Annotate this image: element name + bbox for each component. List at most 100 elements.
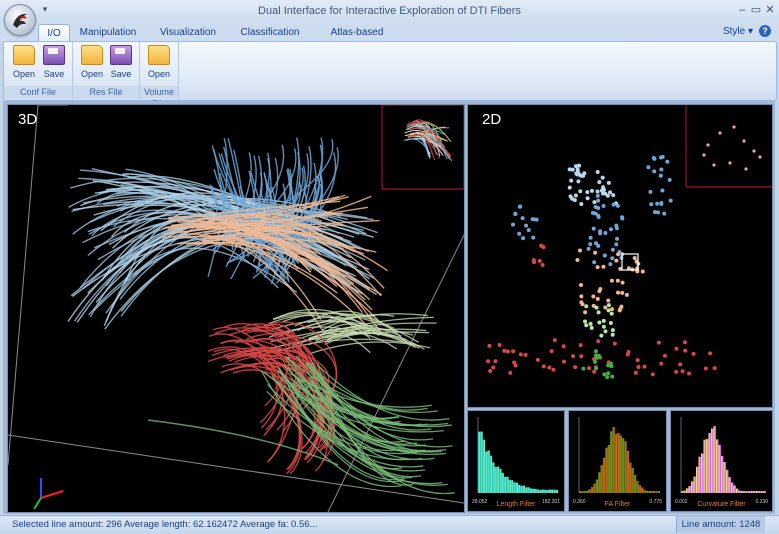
histogram-bar (522, 485, 526, 493)
fiber-2d-projection[interactable] (468, 105, 772, 407)
fiber-point (574, 164, 579, 169)
fiber-point (579, 294, 584, 299)
view-2d[interactable]: 2D (467, 104, 773, 408)
fiber-point (614, 223, 619, 228)
fiber-point (592, 260, 597, 265)
curvature-filter-chart[interactable] (671, 411, 772, 511)
maximize-button[interactable]: ▭ (749, 3, 763, 17)
fiber-point (578, 189, 583, 194)
ribbon-group-res-file: Open Save Res File (73, 42, 140, 99)
fiber-point (599, 188, 604, 193)
style-menu[interactable]: Style ▾ (723, 26, 753, 37)
curvature-filter-histogram[interactable]: 0.002 0.230 Curvature Filter (670, 410, 773, 512)
close-button[interactable]: ✕ (763, 3, 777, 17)
ribbon-group-conf-file: Open Save Conf File (4, 42, 73, 99)
length-filter-chart[interactable] (468, 411, 564, 511)
fiber-point (667, 177, 672, 182)
fiber-point (614, 242, 619, 247)
tab-atlas-based-clustering[interactable]: Atlas-based Clustering (316, 24, 398, 56)
fiber-point (579, 300, 584, 305)
fiber-point (575, 172, 580, 177)
fiber-point (595, 193, 600, 198)
histogram-bar (510, 480, 514, 493)
histogram-bar (548, 489, 551, 493)
histogram-bar (657, 491, 660, 493)
fa-filter-chart[interactable] (569, 411, 666, 511)
fiber-point (497, 342, 502, 347)
fiber-point (596, 214, 601, 219)
histogram-bar (741, 491, 744, 493)
fiber-point (708, 351, 713, 356)
fiber-point (592, 369, 597, 374)
fiber-point (603, 329, 608, 334)
histogram-bar (609, 431, 613, 493)
fiber-point (537, 259, 542, 264)
histogram-bar (503, 476, 507, 493)
fiber-point (584, 304, 589, 309)
res-open-button[interactable]: Open (78, 45, 106, 83)
fiber-point (581, 366, 586, 371)
fiber-point (572, 198, 577, 203)
histogram-bar (708, 432, 711, 493)
conf-open-button[interactable]: Open (10, 45, 38, 83)
fiber-point (488, 368, 493, 373)
res-save-button[interactable]: Save (107, 45, 135, 83)
histogram-bar (621, 438, 625, 493)
fiber-point (597, 289, 602, 294)
tab-classification-tools[interactable]: Classification Tools (232, 24, 308, 56)
minimize-button[interactable]: – (735, 3, 749, 17)
length-filter-histogram[interactable]: 28.052 182.201 Length Filter (467, 410, 565, 512)
histogram-bar (501, 472, 504, 493)
fiber-point (591, 226, 596, 231)
view-3d[interactable]: 3D (7, 104, 465, 513)
conf-save-label: Save (43, 69, 65, 79)
fiber-point (541, 364, 546, 369)
histogram-bar (633, 474, 637, 493)
fiber-point (532, 260, 537, 265)
histogram-bar (506, 476, 509, 493)
fiber-point (620, 215, 625, 220)
histogram-bar (619, 435, 622, 493)
volume-open-button[interactable]: Open (145, 45, 173, 83)
group-label-res-file: Res File (73, 86, 139, 98)
fiber-point (583, 319, 588, 324)
fiber-point (662, 211, 667, 216)
style-menu-label: Style (722, 26, 746, 37)
histogram-bar (487, 450, 490, 493)
fa-filter-histogram[interactable]: 0.360 0.775 FA Filter (568, 410, 667, 512)
folder-open-icon (148, 45, 170, 65)
fiber-point (521, 236, 526, 241)
fiber-point (593, 211, 598, 216)
fiber-point (656, 210, 661, 215)
histogram-bar (595, 479, 599, 493)
fiber-point (620, 290, 625, 295)
status-selection-info: Selected line amount: 296 Average length… (12, 519, 318, 530)
minimap-point (718, 131, 722, 135)
fiber-point (547, 365, 552, 370)
histogram-bar (686, 488, 689, 493)
fiber-point (608, 227, 613, 232)
fiber-point (611, 202, 616, 207)
fiber-point (611, 193, 616, 198)
fiber-3d-canvas[interactable] (8, 105, 464, 512)
tab-visualization-tools[interactable]: Visualization Tools (152, 24, 224, 56)
help-icon[interactable]: ? (759, 25, 771, 37)
res-open-label: Open (80, 69, 104, 79)
conf-save-button[interactable]: Save (40, 45, 68, 83)
axis-gizmo-icon (33, 478, 64, 510)
application-menu-button[interactable] (4, 4, 36, 36)
histogram-bar (723, 462, 726, 493)
fiber-point (703, 366, 708, 371)
fiber-point (606, 371, 611, 376)
tab-manipulation-tools[interactable]: Manipulation Tools (72, 24, 144, 56)
fiber-point (606, 308, 611, 313)
histogram-bar (743, 491, 746, 493)
histogram-bar (527, 487, 530, 493)
fiber-point (588, 235, 593, 240)
ribbon-tab-strip: I/O Manipulation Tools Visualization Too… (0, 22, 779, 56)
histogram-bar (638, 485, 641, 493)
floppy-disk-icon (110, 45, 132, 65)
fiber-point (596, 243, 601, 248)
histogram-bar (605, 447, 608, 493)
histogram-bar (683, 490, 686, 493)
